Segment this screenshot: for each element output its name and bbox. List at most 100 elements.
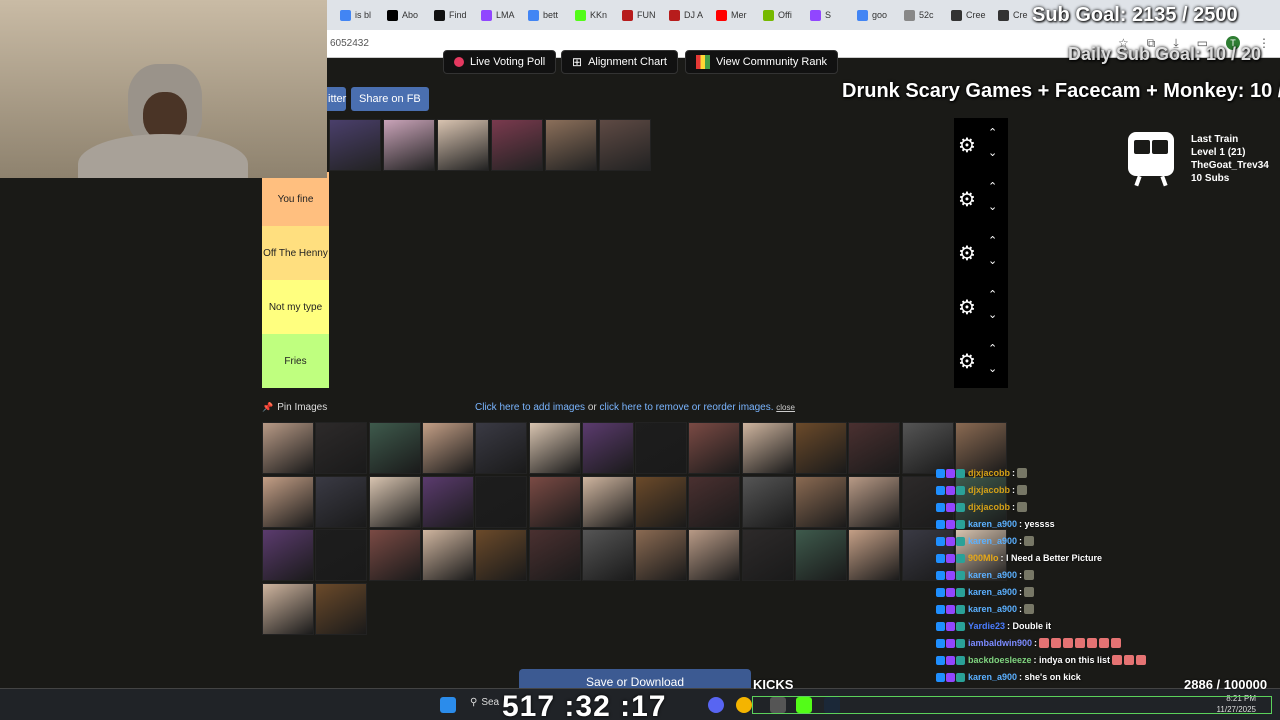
tier-dropzone[interactable] bbox=[329, 334, 954, 388]
browser-tab[interactable]: LMA bbox=[481, 6, 515, 24]
chevron-up-icon[interactable]: ⌃ bbox=[988, 180, 997, 193]
pool-image[interactable] bbox=[848, 422, 901, 474]
pool-image[interactable] bbox=[368, 422, 421, 474]
pool-image[interactable] bbox=[795, 529, 847, 581]
pool-image[interactable] bbox=[368, 475, 421, 528]
live-voting-poll-button[interactable]: Live Voting Poll bbox=[443, 50, 557, 74]
pool-image[interactable] bbox=[528, 475, 581, 528]
pool-image[interactable] bbox=[635, 422, 688, 474]
chevron-up-icon[interactable]: ⌃ bbox=[988, 234, 997, 247]
tier-image[interactable] bbox=[437, 119, 489, 171]
chevron-down-icon[interactable]: ⌄ bbox=[988, 254, 997, 267]
pool-image[interactable] bbox=[795, 475, 847, 528]
chevron-up-icon[interactable]: ⌃ bbox=[988, 342, 997, 355]
chevron-up-icon[interactable]: ⌃ bbox=[988, 126, 997, 139]
chevron-down-icon[interactable]: ⌄ bbox=[988, 146, 997, 159]
pool-image[interactable] bbox=[635, 529, 688, 581]
tier-row[interactable]: Not my type ⚙ ⌃ ⌄ bbox=[262, 280, 1008, 334]
tier-row[interactable]: Fries ⚙ ⌃ ⌄ bbox=[262, 334, 1008, 388]
taskbar-search[interactable]: ⚲ Sea bbox=[470, 697, 499, 708]
browser-tab[interactable]: KKn bbox=[575, 6, 607, 24]
url-text[interactable]: 6052432 bbox=[330, 38, 369, 49]
browser-tab[interactable]: S bbox=[810, 6, 831, 24]
browser-tab[interactable]: FUN bbox=[622, 6, 656, 24]
pool-image[interactable] bbox=[795, 422, 847, 474]
tier-label[interactable]: Fries bbox=[262, 334, 329, 388]
pool-image[interactable] bbox=[688, 475, 741, 528]
tier-dropzone[interactable] bbox=[329, 280, 954, 334]
gear-icon[interactable]: ⚙ bbox=[958, 133, 976, 158]
discord-icon[interactable] bbox=[708, 697, 724, 713]
pool-image[interactable] bbox=[741, 422, 794, 474]
pool-image[interactable] bbox=[581, 529, 634, 581]
pool-image[interactable] bbox=[741, 475, 794, 528]
browser-tab[interactable]: Cree bbox=[951, 6, 986, 24]
tier-image[interactable] bbox=[383, 119, 435, 171]
pool-image[interactable] bbox=[315, 582, 368, 635]
gear-icon[interactable]: ⚙ bbox=[958, 187, 976, 212]
view-community-rank-button[interactable]: View Community Rank bbox=[685, 50, 839, 74]
tier-row[interactable]: ⚙ ⌃ ⌄ bbox=[262, 118, 1008, 172]
tier-image[interactable] bbox=[491, 119, 543, 171]
pool-image[interactable] bbox=[475, 475, 528, 528]
browser-tab[interactable]: DJ A bbox=[669, 6, 703, 24]
pool-image[interactable] bbox=[581, 475, 634, 528]
pool-image[interactable] bbox=[528, 422, 581, 474]
tier-image[interactable] bbox=[545, 119, 597, 171]
tier-label[interactable]: Off The Henny bbox=[262, 226, 329, 280]
pool-image[interactable] bbox=[848, 475, 901, 528]
pool-image[interactable] bbox=[635, 475, 688, 528]
chevron-down-icon[interactable]: ⌄ bbox=[988, 308, 997, 321]
browser-tab[interactable]: Cre bbox=[998, 6, 1028, 24]
chrome-icon[interactable] bbox=[736, 697, 752, 713]
browser-tab[interactable]: bett bbox=[528, 6, 558, 24]
pool-image[interactable] bbox=[475, 422, 528, 474]
browser-tab[interactable]: Offi bbox=[763, 6, 792, 24]
pool-image[interactable] bbox=[688, 422, 741, 474]
pool-image[interactable] bbox=[315, 422, 368, 474]
tier-label[interactable]: Not my type bbox=[262, 280, 329, 334]
chevron-down-icon[interactable]: ⌄ bbox=[988, 362, 997, 375]
tier-row[interactable]: You fine ⚙ ⌃ ⌄ bbox=[262, 172, 1008, 226]
pool-image[interactable] bbox=[475, 529, 528, 581]
browser-tab[interactable]: Mer bbox=[716, 6, 747, 24]
chevron-up-icon[interactable]: ⌃ bbox=[988, 288, 997, 301]
tier-dropzone[interactable] bbox=[329, 172, 954, 226]
pin-images-toggle[interactable]: 📌 Pin Images bbox=[262, 402, 327, 413]
tier-dropzone[interactable] bbox=[329, 226, 954, 280]
gear-icon[interactable]: ⚙ bbox=[958, 349, 976, 374]
pool-image[interactable] bbox=[262, 422, 314, 474]
pool-image[interactable] bbox=[741, 529, 794, 581]
pool-image[interactable] bbox=[262, 582, 314, 635]
browser-tab[interactable]: Find bbox=[434, 6, 467, 24]
tier-image[interactable] bbox=[329, 119, 381, 171]
browser-tab[interactable]: Abo bbox=[387, 6, 418, 24]
alignment-chart-button[interactable]: ⊞ Alignment Chart bbox=[561, 50, 678, 74]
pool-image[interactable] bbox=[421, 475, 474, 528]
close-link[interactable]: close bbox=[776, 403, 795, 412]
start-icon[interactable] bbox=[440, 697, 456, 713]
pool-image[interactable] bbox=[421, 422, 474, 474]
add-images-link[interactable]: Click here to add images bbox=[475, 402, 585, 413]
tier-row[interactable]: Off The Henny ⚙ ⌃ ⌄ bbox=[262, 226, 1008, 280]
pool-image[interactable] bbox=[368, 529, 421, 581]
pool-image[interactable] bbox=[848, 529, 901, 581]
pool-image[interactable] bbox=[581, 422, 634, 474]
pool-image[interactable] bbox=[315, 475, 368, 528]
gear-icon[interactable]: ⚙ bbox=[958, 241, 976, 266]
pool-image[interactable] bbox=[262, 529, 314, 581]
pool-image[interactable] bbox=[688, 529, 741, 581]
tier-label[interactable]: You fine bbox=[262, 172, 329, 226]
browser-tab[interactable]: 52c bbox=[904, 6, 934, 24]
tier-image[interactable] bbox=[599, 119, 651, 171]
pool-image[interactable] bbox=[315, 529, 368, 581]
browser-tab[interactable]: is bl bbox=[340, 6, 371, 24]
pool-image[interactable] bbox=[421, 529, 474, 581]
pool-image[interactable] bbox=[528, 529, 581, 581]
gear-icon[interactable]: ⚙ bbox=[958, 295, 976, 320]
chevron-down-icon[interactable]: ⌄ bbox=[988, 200, 997, 213]
browser-tab[interactable]: goo bbox=[857, 6, 887, 24]
tier-dropzone[interactable] bbox=[329, 118, 954, 172]
reorder-images-link[interactable]: click here to remove or reorder images. bbox=[600, 402, 774, 413]
pool-image[interactable] bbox=[262, 475, 314, 528]
